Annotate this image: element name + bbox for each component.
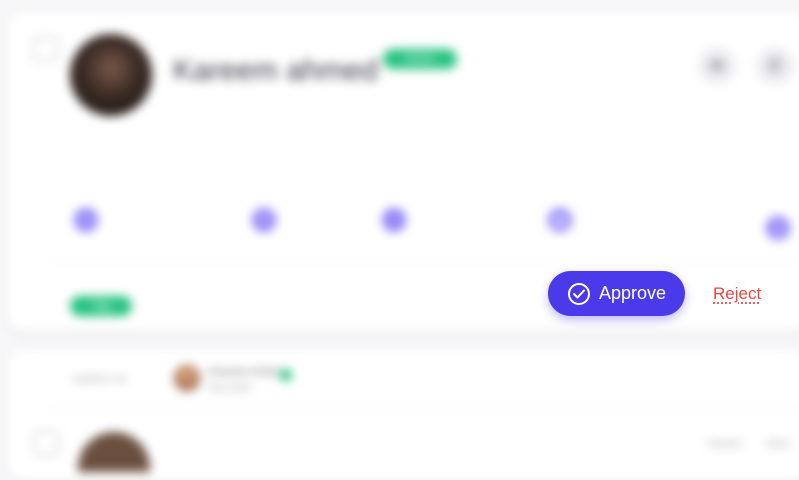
background-content: Kareem ahmed Active ✉ ✆ ◷ ▼ ✓ ▦ ❯ Tag Ap… bbox=[0, 0, 799, 480]
details-label: Details bbox=[708, 438, 742, 450]
verified-icon bbox=[280, 369, 292, 381]
second-card: Applied via Hossam Anbar Recruiter Detai… bbox=[8, 350, 799, 480]
tag-pill: Tag bbox=[70, 296, 132, 316]
approve-label: Approve bbox=[599, 283, 667, 303]
recruiter-role: Recruiter bbox=[208, 382, 253, 394]
avatar bbox=[70, 34, 152, 116]
candidate-name: Kareem ahmed bbox=[173, 54, 379, 87]
approve-button[interactable]: Approve bbox=[548, 271, 685, 316]
clock-icon: ◷ bbox=[74, 208, 98, 232]
calendar-icon: ▦ bbox=[548, 208, 572, 232]
reject-link[interactable]: Reject bbox=[713, 284, 761, 304]
avatar bbox=[78, 432, 150, 472]
mail-icon[interactable]: ✉ bbox=[698, 47, 736, 85]
more-label: More bbox=[766, 438, 792, 450]
check-icon: ✓ bbox=[382, 208, 406, 232]
select-checkbox[interactable] bbox=[33, 36, 59, 62]
phone-icon[interactable]: ✆ bbox=[756, 47, 794, 85]
applied-via-label: Applied via bbox=[73, 373, 127, 385]
status-badge: Active bbox=[383, 49, 457, 69]
arrow-icon[interactable]: ❯ bbox=[766, 216, 790, 240]
divider bbox=[48, 262, 798, 263]
recruiter-name: Hossam Anbar bbox=[208, 366, 281, 378]
divider bbox=[48, 408, 798, 409]
recruiter-avatar bbox=[174, 365, 200, 391]
check-circle-icon bbox=[568, 282, 590, 305]
select-checkbox[interactable] bbox=[33, 430, 59, 456]
location-icon: ▼ bbox=[252, 208, 276, 232]
